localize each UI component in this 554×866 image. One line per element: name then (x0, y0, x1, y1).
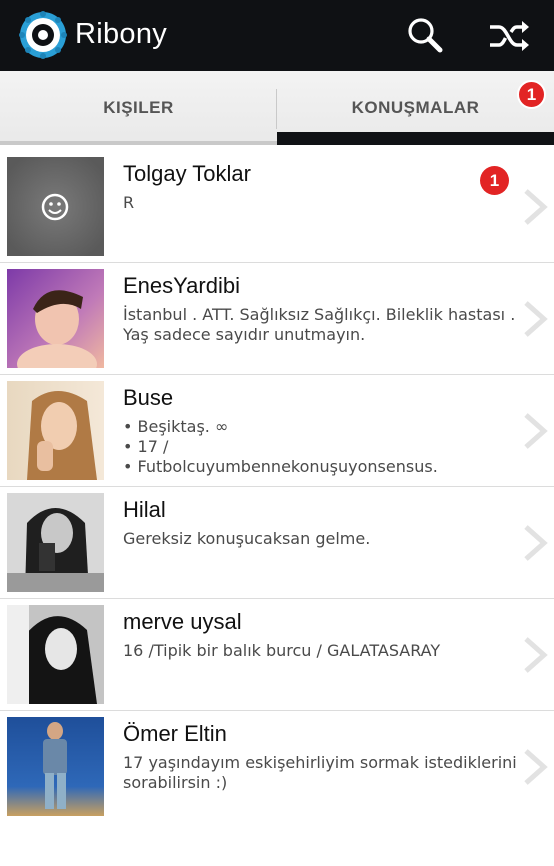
status-line: R (123, 193, 135, 212)
conversation-list: Tolgay Toklar R 1 EnesYardibi İstanbul .… (0, 151, 554, 823)
app-title: Ribony (75, 18, 168, 50)
chevron-right-icon (524, 301, 548, 337)
conversation-row[interactable]: Tolgay Toklar R 1 (0, 151, 554, 263)
tab-indicator-active (277, 132, 554, 145)
contact-name: Ömer Eltin (123, 721, 227, 746)
contact-name: Hilal (123, 497, 166, 522)
avatar (7, 269, 104, 368)
chevron-right-icon (524, 413, 548, 449)
default-avatar-icon (7, 157, 104, 256)
contact-status: 16 /Tipik bir balık burcu / GALATASARAY (123, 641, 508, 661)
tab-kisiler[interactable]: KIŞILER (0, 71, 277, 145)
status-line: Gereksiz konuşucaksan gelme. (123, 529, 371, 548)
search-icon[interactable] (403, 14, 447, 58)
contact-status: Gereksiz konuşucaksan gelme. (123, 529, 508, 549)
conversation-row[interactable]: Buse • Beşiktaş. ∞ • 17 / • Futbolcuyumb… (0, 375, 554, 487)
status-line: • Beşiktaş. ∞ (123, 417, 229, 436)
chevron-right-icon (524, 637, 548, 673)
avatar (7, 605, 104, 704)
app-bar: Ribony (0, 0, 554, 71)
profile-photo (7, 269, 104, 368)
conversation-row[interactable]: Ömer Eltin 17 yaşındayım eskişehirliyim … (0, 711, 554, 823)
status-line: • 17 / (123, 437, 169, 456)
profile-photo (7, 717, 104, 816)
ribony-logo-icon (19, 11, 67, 59)
status-line: Yaş sadece sayıdır unutmayın. (123, 325, 366, 344)
conversation-row[interactable]: merve uysal 16 /Tipik bir balık burcu / … (0, 599, 554, 711)
status-line: 16 /Tipik bir balık burcu / GALATASARAY (123, 641, 441, 660)
contact-status: İstanbul . ATT. Sağlıksız Sağlıkçı. Bile… (123, 305, 516, 345)
chevron-right-icon (524, 749, 548, 785)
chevron-right-icon (524, 525, 548, 561)
contact-name: EnesYardibi (123, 273, 240, 298)
contact-status: • Beşiktaş. ∞ • 17 / • Futbolcuyumbennek… (123, 417, 508, 477)
avatar (7, 157, 104, 256)
status-line: • Futbolcuyumbennekonuşuyonsensus. (123, 457, 438, 476)
contact-status: R (123, 193, 508, 213)
avatar (7, 493, 104, 592)
tab-unread-badge: 1 (517, 80, 546, 109)
contact-name: Buse (123, 385, 174, 410)
profile-photo (7, 493, 104, 592)
status-line: sorabilirsin :) (123, 773, 228, 792)
shuffle-icon[interactable] (487, 14, 531, 58)
conversation-row[interactable]: Hilal Gereksiz konuşucaksan gelme. (0, 487, 554, 599)
contact-name: Tolgay Toklar (123, 161, 251, 186)
profile-photo (7, 381, 104, 480)
chevron-right-icon (524, 189, 548, 225)
avatar (7, 381, 104, 480)
status-line: İstanbul . ATT. Sağlıksız Sağlıkçı. Bile… (123, 305, 516, 324)
unread-badge: 1 (480, 166, 509, 195)
avatar (7, 717, 104, 816)
contact-name: merve uysal (123, 609, 242, 634)
status-line: 17 yaşındayım eskişehirliyim sormak iste… (123, 753, 517, 772)
profile-photo (7, 605, 104, 704)
contact-status: 17 yaşındayım eskişehirliyim sormak iste… (123, 753, 517, 793)
tab-indicator-inactive (0, 141, 277, 145)
conversation-row[interactable]: EnesYardibi İstanbul . ATT. Sağlıksız Sa… (0, 263, 554, 375)
